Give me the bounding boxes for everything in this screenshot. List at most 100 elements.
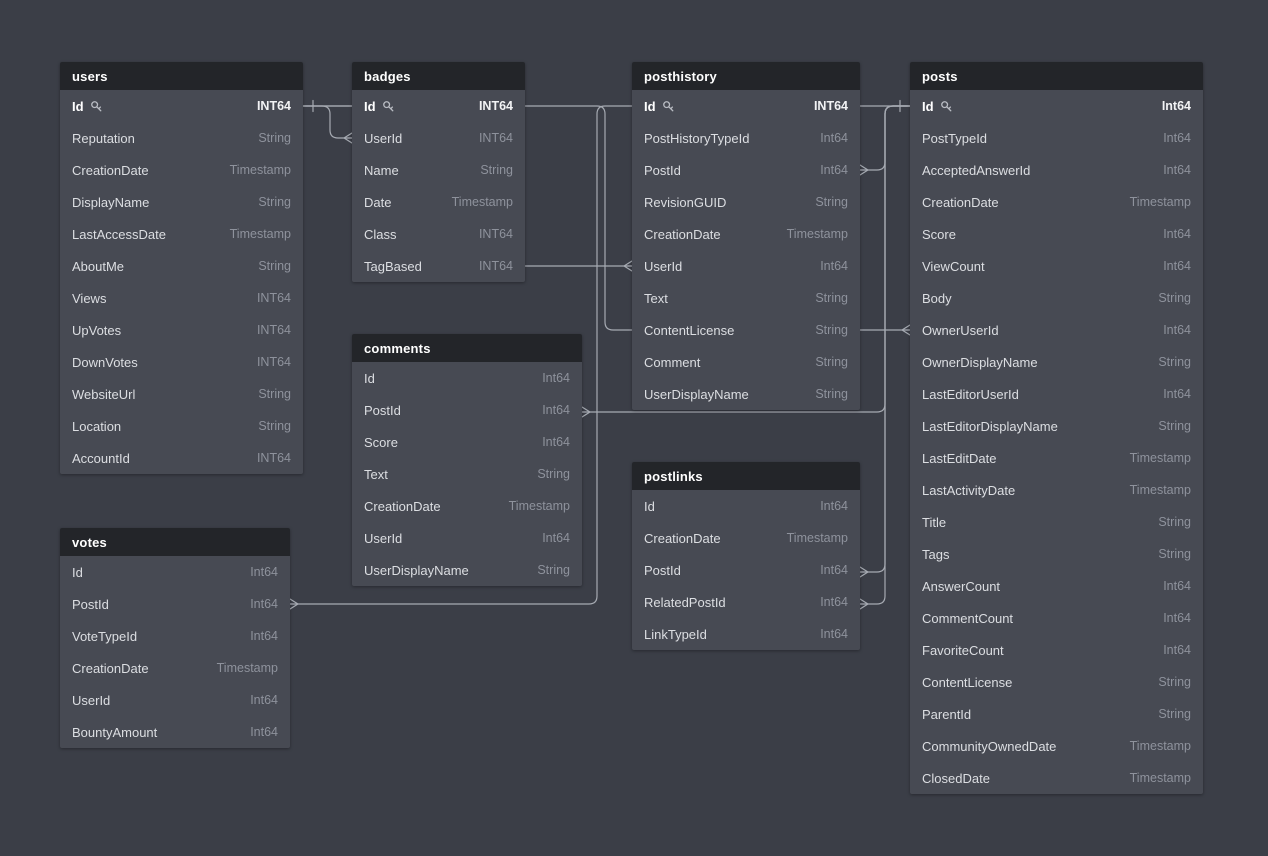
field-row-posts-acceptedanswerid[interactable]: AcceptedAnswerIdInt64 (910, 154, 1203, 186)
table-comments[interactable]: commentsIdInt64PostIdInt64ScoreInt64Text… (352, 334, 582, 586)
field-row-votes-creationdate[interactable]: CreationDateTimestamp (60, 652, 290, 684)
field-row-posts-owneruserid[interactable]: OwnerUserIdInt64 (910, 314, 1203, 346)
field-row-posts-tags[interactable]: TagsString (910, 538, 1203, 570)
field-row-posts-lasteditordisplayname[interactable]: LastEditorDisplayNameString (910, 410, 1203, 442)
table-header-postlinks[interactable]: postlinks (632, 462, 860, 490)
field-row-users-accountid[interactable]: AccountIdINT64 (60, 442, 303, 474)
table-title: posthistory (644, 69, 717, 84)
table-users[interactable]: usersIdINT64ReputationStringCreationDate… (60, 62, 303, 474)
field-row-posts-body[interactable]: BodyString (910, 282, 1203, 314)
field-row-postlinks-linktypeid[interactable]: LinkTypeIdInt64 (632, 618, 860, 650)
field-row-badges-name[interactable]: NameString (352, 154, 525, 186)
table-header-users[interactable]: users (60, 62, 303, 90)
diagram-canvas[interactable]: usersIdINT64ReputationStringCreationDate… (0, 0, 1268, 856)
field-row-users-displayname[interactable]: DisplayNameString (60, 186, 303, 218)
table-header-badges[interactable]: badges (352, 62, 525, 90)
field-row-users-lastaccessdate[interactable]: LastAccessDateTimestamp (60, 218, 303, 250)
field-row-comments-userid[interactable]: UserIdInt64 (352, 522, 582, 554)
field-row-posthistory-postid[interactable]: PostIdInt64 (632, 154, 860, 186)
field-row-posthistory-posthistorytypeid[interactable]: PostHistoryTypeIdInt64 (632, 122, 860, 154)
field-row-users-upvotes[interactable]: UpVotesINT64 (60, 314, 303, 346)
field-type: Int64 (1163, 323, 1191, 337)
field-row-posthistory-revisionguid[interactable]: RevisionGUIDString (632, 186, 860, 218)
field-row-posts-communityowneddate[interactable]: CommunityOwnedDateTimestamp (910, 730, 1203, 762)
field-row-posts-answercount[interactable]: AnswerCountInt64 (910, 570, 1203, 602)
field-type: String (537, 467, 570, 481)
relation-posts-Id--comments-PostId-many-marker (582, 407, 590, 417)
field-row-posts-parentid[interactable]: ParentIdString (910, 698, 1203, 730)
field-row-users-id[interactable]: IdINT64 (60, 90, 303, 122)
field-name: Text (644, 291, 668, 306)
table-votes[interactable]: votesIdInt64PostIdInt64VoteTypeIdInt64Cr… (60, 528, 290, 748)
field-row-posts-lastactivitydate[interactable]: LastActivityDateTimestamp (910, 474, 1203, 506)
field-row-badges-id[interactable]: IdINT64 (352, 90, 525, 122)
field-row-users-websiteurl[interactable]: WebsiteUrlString (60, 378, 303, 410)
table-header-posthistory[interactable]: posthistory (632, 62, 860, 90)
field-row-comments-creationdate[interactable]: CreationDateTimestamp (352, 490, 582, 522)
field-row-users-downvotes[interactable]: DownVotesINT64 (60, 346, 303, 378)
table-header-posts[interactable]: posts (910, 62, 1203, 90)
field-type: Int64 (1163, 259, 1191, 273)
table-badges[interactable]: badgesIdINT64UserIdINT64NameStringDateTi… (352, 62, 525, 282)
field-row-users-views[interactable]: ViewsINT64 (60, 282, 303, 314)
field-row-postlinks-id[interactable]: IdInt64 (632, 490, 860, 522)
field-type: Timestamp (452, 195, 513, 209)
field-name: LastEditorUserId (922, 387, 1019, 402)
field-row-posts-lasteditdate[interactable]: LastEditDateTimestamp (910, 442, 1203, 474)
field-row-votes-postid[interactable]: PostIdInt64 (60, 588, 290, 620)
field-row-users-creationdate[interactable]: CreationDateTimestamp (60, 154, 303, 186)
field-name: PostTypeId (922, 131, 987, 146)
field-row-posts-favoritecount[interactable]: FavoriteCountInt64 (910, 634, 1203, 666)
field-type: Int64 (1163, 227, 1191, 241)
field-row-votes-id[interactable]: IdInt64 (60, 556, 290, 588)
field-row-posts-ownerdisplayname[interactable]: OwnerDisplayNameString (910, 346, 1203, 378)
field-row-users-reputation[interactable]: ReputationString (60, 122, 303, 154)
field-row-posthistory-userdisplayname[interactable]: UserDisplayNameString (632, 378, 860, 410)
field-row-posthistory-id[interactable]: IdINT64 (632, 90, 860, 122)
table-posts[interactable]: postsIdInt64PostTypeIdInt64AcceptedAnswe… (910, 62, 1203, 794)
field-row-posts-lasteditoruserid[interactable]: LastEditorUserIdInt64 (910, 378, 1203, 410)
field-row-posts-creationdate[interactable]: CreationDateTimestamp (910, 186, 1203, 218)
field-row-posthistory-creationdate[interactable]: CreationDateTimestamp (632, 218, 860, 250)
field-row-users-aboutme[interactable]: AboutMeString (60, 250, 303, 282)
field-row-users-location[interactable]: LocationString (60, 410, 303, 442)
field-row-postlinks-postid[interactable]: PostIdInt64 (632, 554, 860, 586)
table-postlinks[interactable]: postlinksIdInt64CreationDateTimestampPos… (632, 462, 860, 650)
field-type: Int64 (1162, 99, 1191, 113)
field-row-badges-tagbased[interactable]: TagBasedINT64 (352, 250, 525, 282)
field-name: CreationDate (72, 661, 149, 676)
field-row-posts-score[interactable]: ScoreInt64 (910, 218, 1203, 250)
table-posthistory[interactable]: posthistory IdINT64PostHistoryTypeIdInt64… (632, 62, 860, 410)
field-row-postlinks-relatedpostid[interactable]: RelatedPostIdInt64 (632, 586, 860, 618)
field-row-postlinks-creationdate[interactable]: CreationDateTimestamp (632, 522, 860, 554)
field-row-comments-postid[interactable]: PostIdInt64 (352, 394, 582, 426)
field-row-posts-commentcount[interactable]: CommentCountInt64 (910, 602, 1203, 634)
field-row-comments-id[interactable]: IdInt64 (352, 362, 582, 394)
field-row-badges-class[interactable]: ClassINT64 (352, 218, 525, 250)
field-row-posthistory-comment[interactable]: CommentString (632, 346, 860, 378)
field-row-posts-closeddate[interactable]: ClosedDateTimestamp (910, 762, 1203, 794)
field-row-posthistory-contentlicense[interactable]: ContentLicenseString (632, 314, 860, 346)
table-header-comments[interactable]: comments (352, 334, 582, 362)
table-header-votes[interactable]: votes (60, 528, 290, 556)
field-row-comments-userdisplayname[interactable]: UserDisplayNameString (352, 554, 582, 586)
field-row-posts-posttypeid[interactable]: PostTypeIdInt64 (910, 122, 1203, 154)
field-name: CreationDate (644, 531, 721, 546)
field-name: Id (644, 499, 655, 514)
field-row-comments-score[interactable]: ScoreInt64 (352, 426, 582, 458)
field-row-posthistory-userid[interactable]: UserIdInt64 (632, 250, 860, 282)
field-row-posts-title[interactable]: TitleString (910, 506, 1203, 538)
field-type: String (1158, 547, 1191, 561)
field-row-votes-bountyamount[interactable]: BountyAmountInt64 (60, 716, 290, 748)
field-type: Int64 (820, 595, 848, 609)
field-row-badges-userid[interactable]: UserIdINT64 (352, 122, 525, 154)
field-row-posts-viewcount[interactable]: ViewCountInt64 (910, 250, 1203, 282)
field-row-votes-userid[interactable]: UserIdInt64 (60, 684, 290, 716)
field-row-posts-contentlicense[interactable]: ContentLicenseString (910, 666, 1203, 698)
field-row-comments-text[interactable]: TextString (352, 458, 582, 490)
field-row-posthistory-text[interactable]: TextString (632, 282, 860, 314)
field-type: INT64 (257, 291, 291, 305)
field-row-votes-votetypeid[interactable]: VoteTypeIdInt64 (60, 620, 290, 652)
field-row-posts-id[interactable]: IdInt64 (910, 90, 1203, 122)
field-row-badges-date[interactable]: DateTimestamp (352, 186, 525, 218)
